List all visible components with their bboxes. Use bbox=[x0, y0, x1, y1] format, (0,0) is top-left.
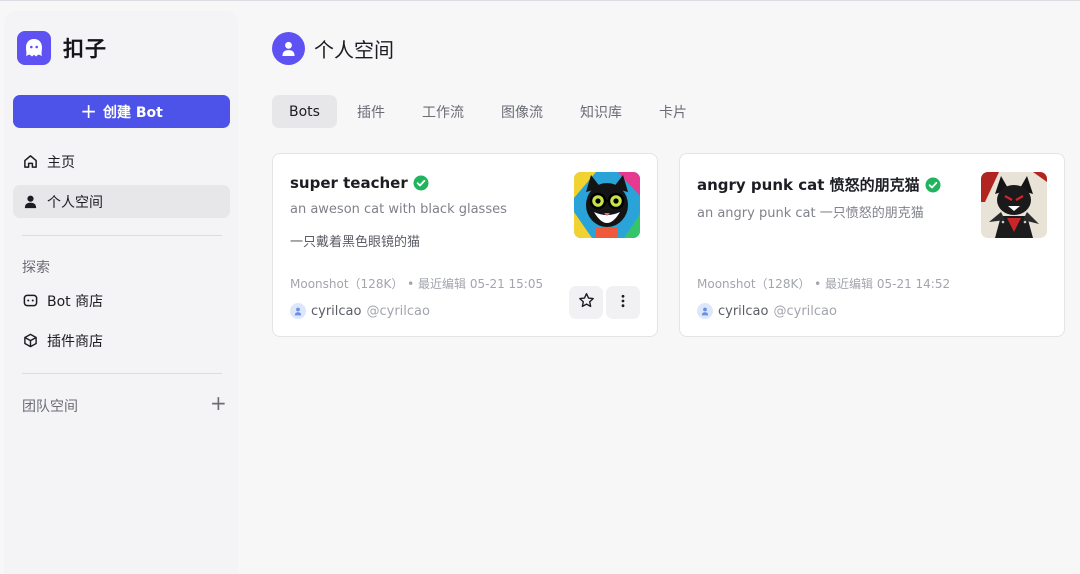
sidebar-item-label: Bot 商店 bbox=[47, 293, 104, 310]
sidebar-item-label: 插件商店 bbox=[47, 333, 103, 350]
owner-name: cyrilcao bbox=[311, 303, 362, 319]
bot-name: angry punk cat 愤怒的朋克猫 bbox=[697, 176, 920, 194]
tab-workflows[interactable]: 工作流 bbox=[405, 95, 481, 128]
verified-check-icon bbox=[925, 177, 941, 193]
bot-store-icon bbox=[22, 293, 38, 309]
sidebar-divider bbox=[22, 373, 222, 374]
owner-avatar-icon bbox=[697, 303, 713, 319]
tab-cards[interactable]: 卡片 bbox=[642, 95, 704, 128]
owner-name: cyrilcao bbox=[718, 303, 769, 319]
bot-title-row: angry punk cat 愤怒的朋克猫 bbox=[697, 174, 941, 195]
bot-card[interactable]: super teacher an aweson cat with black g… bbox=[272, 153, 658, 337]
bot-meta: Moonshot（128K） • 最近编辑 05-21 14:52 bbox=[697, 277, 951, 291]
owner-avatar-icon bbox=[290, 303, 306, 319]
bot-meta: Moonshot（128K） • 最近编辑 05-21 15:05 bbox=[290, 277, 544, 291]
user-icon bbox=[22, 194, 38, 210]
sidebar-item-label: 个人空间 bbox=[47, 194, 103, 211]
bot-description: an angry punk cat 一只愤怒的朋克猫 bbox=[697, 206, 924, 221]
page-title: 个人空间 bbox=[314, 38, 394, 62]
bot-description-cn: 一只戴着黑色眼镜的猫 bbox=[290, 235, 421, 250]
add-team-button[interactable]: + bbox=[210, 393, 227, 413]
team-space-label: 团队空间 bbox=[22, 399, 78, 415]
page-header: 个人空间 bbox=[272, 32, 394, 65]
bot-name: super teacher bbox=[290, 174, 408, 192]
favorite-button[interactable] bbox=[569, 286, 603, 319]
bot-owner: cyrilcao @cyrilcao bbox=[697, 303, 837, 319]
explore-section-label: 探索 bbox=[22, 260, 50, 276]
bot-avatar-image bbox=[981, 172, 1047, 238]
user-avatar-icon bbox=[272, 32, 305, 65]
tab-plugins[interactable]: 插件 bbox=[340, 95, 402, 128]
star-icon bbox=[578, 292, 595, 313]
owner-handle: @cyrilcao bbox=[366, 303, 430, 319]
sidebar-item-personal-space[interactable]: 个人空间 bbox=[13, 185, 230, 218]
bot-title-row: super teacher bbox=[290, 174, 429, 192]
sidebar-divider bbox=[22, 235, 222, 236]
content-tabs: Bots 插件 工作流 图像流 知识库 卡片 bbox=[272, 95, 707, 128]
home-icon bbox=[22, 154, 38, 170]
sidebar-item-label: 主页 bbox=[47, 154, 75, 171]
tab-imageflows[interactable]: 图像流 bbox=[484, 95, 560, 128]
tab-bots[interactable]: Bots bbox=[272, 95, 337, 128]
bot-card[interactable]: angry punk cat 愤怒的朋克猫 an angry punk cat … bbox=[679, 153, 1065, 337]
ghost-logo-icon bbox=[17, 31, 51, 65]
sidebar-item-bot-store[interactable]: Bot 商店 bbox=[13, 284, 230, 317]
app-name: 扣子 bbox=[63, 37, 107, 61]
owner-handle: @cyrilcao bbox=[773, 303, 837, 319]
bot-avatar-image bbox=[574, 172, 640, 238]
create-bot-button[interactable]: + 创建 Bot bbox=[13, 95, 230, 128]
more-options-button[interactable] bbox=[606, 286, 640, 319]
bot-description: an aweson cat with black glasses bbox=[290, 202, 507, 217]
sidebar: 扣子 + 创建 Bot 主页 个人空间 探索 Bot 商店 插件商店 团队空间 … bbox=[4, 11, 238, 574]
cube-icon bbox=[22, 333, 38, 349]
create-bot-label: 创建 Bot bbox=[102, 104, 163, 121]
more-vertical-icon bbox=[615, 293, 631, 313]
tab-knowledge[interactable]: 知识库 bbox=[563, 95, 639, 128]
sidebar-item-plugin-store[interactable]: 插件商店 bbox=[13, 324, 230, 357]
sidebar-item-home[interactable]: 主页 bbox=[13, 145, 230, 178]
plus-icon: + bbox=[80, 98, 97, 123]
app-logo[interactable]: 扣子 bbox=[17, 31, 107, 65]
verified-check-icon bbox=[413, 175, 429, 191]
bot-owner: cyrilcao @cyrilcao bbox=[290, 303, 430, 319]
